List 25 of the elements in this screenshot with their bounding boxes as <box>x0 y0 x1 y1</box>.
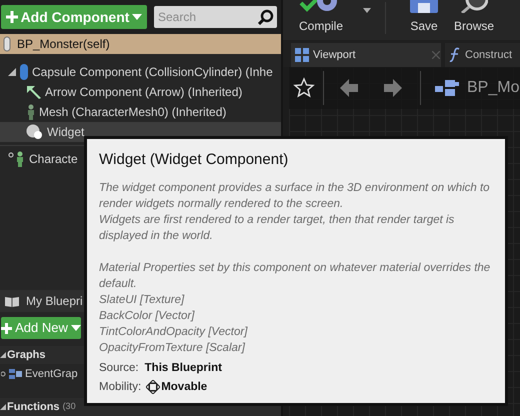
source-value: This Blueprint <box>144 360 222 376</box>
section-title: Functions <box>7 400 60 415</box>
source-label: Source: <box>99 360 139 376</box>
tooltip-text: SlateUI [Texture] <box>99 292 186 308</box>
tooltip-text: Material Properties set by this component on whatever material overrides the default. <box>99 260 492 292</box>
mobility-value: Movable <box>161 380 208 395</box>
tooltip-text: TintColorAndOpacity [Vector] <box>99 324 249 340</box>
tooltip-text: The widget component provides a surface in the 3D environment on which to render widgets normally rendered to the screen. <box>99 180 491 212</box>
tree-item-label: Mesh (CharacterMesh0) (Inherited) <box>39 104 226 121</box>
tab-label: Viewport <box>313 48 357 63</box>
graph-item-label: EventGrap <box>25 366 78 382</box>
tooltip-title: Widget (Widget Component) <box>99 150 290 170</box>
tooltip-text: BackColor [Vector] <box>99 308 196 324</box>
tab-label: Construct <box>465 48 514 63</box>
tooltip-text: OpacityFromTexture [Scalar] <box>99 340 246 356</box>
tree-item-label: Capsule Component (CollisionCylinder) (Inhe <box>32 64 273 81</box>
tree-item-label: Characte <box>29 151 78 168</box>
section-title: Graphs <box>7 348 46 363</box>
tree-item-label: Arrow Component (Arrow) (Inherited) <box>45 84 242 101</box>
blueprint-root-label: BP_Monster(self) <box>17 36 110 53</box>
tree-item-label: Widget <box>47 124 84 141</box>
section-count: (30 <box>62 400 76 414</box>
mobility-label: Mobility: <box>99 380 142 395</box>
breadcrumb-label: BP_Mo <box>467 78 520 98</box>
tooltip-text: Widgets are first rendered to a render target, then that render target is displayed in the world. <box>99 212 456 244</box>
